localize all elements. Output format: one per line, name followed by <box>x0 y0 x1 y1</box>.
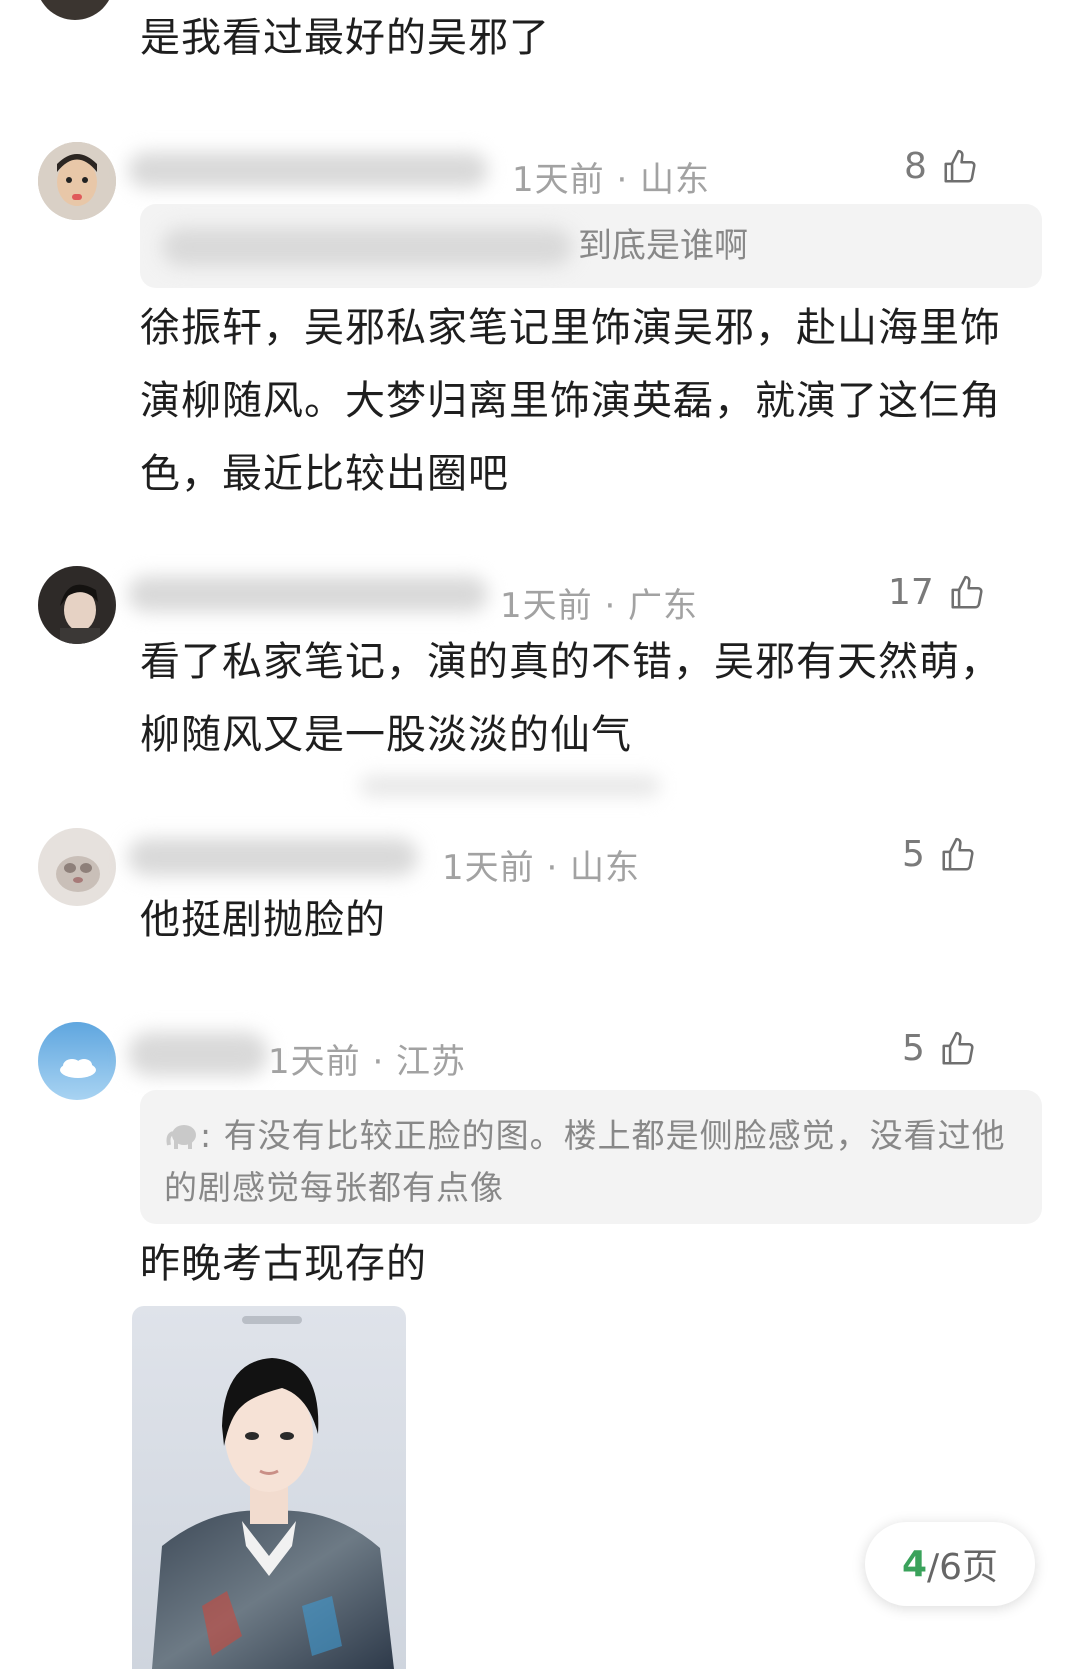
username[interactable] <box>128 838 418 876</box>
comment-meta: 1天前 · 山东 <box>442 848 641 888</box>
comment-text: 看了私家笔记，演的真的不错，吴邪有天然萌，柳随风又是一股淡淡的仙气 <box>140 639 1001 758</box>
thumb-up-icon <box>951 575 983 609</box>
quoted-username <box>162 228 572 266</box>
attached-photo[interactable] <box>132 1306 406 1669</box>
thumb-up-icon <box>942 1031 974 1065</box>
avatar[interactable] <box>38 142 116 220</box>
like-button[interactable]: 5 <box>902 834 977 875</box>
comment-meta: 1天前 · 广东 <box>500 586 699 626</box>
username[interactable] <box>128 1032 268 1076</box>
like-count: 5 <box>902 834 925 875</box>
username[interactable] <box>128 152 488 188</box>
thumb-up-icon <box>944 149 976 183</box>
comment-text: 他挺剧抛脸的 <box>140 897 386 943</box>
comment-text: 徐振轩，吴邪私家笔记里饰演吴邪，赴山海里饰演柳随风。大梦归离里饰演英磊，就演了这… <box>140 305 1001 497</box>
like-count: 8 <box>904 146 927 187</box>
comment-text: 是我看过最好的吴邪了 <box>140 15 550 61</box>
redacted-strip <box>360 776 660 796</box>
thumb-up-icon <box>942 837 974 871</box>
page-total: /6页 <box>927 1547 999 1588</box>
comment-meta: 1天前 · 山东 <box>512 160 711 200</box>
quoted-reply[interactable]: : 有没有比较正脸的图。楼上都是侧脸感觉，没看过他的剧感觉每张都有点像 <box>140 1090 1042 1224</box>
avatar[interactable] <box>38 566 116 644</box>
username[interactable] <box>128 576 488 612</box>
quoted-reply[interactable]: 到底是谁啊 <box>140 204 1042 288</box>
like-count: 17 <box>888 572 934 613</box>
quoted-text-wrap: : 有没有比较正脸的图。楼上都是侧脸感觉，没看过他的剧感觉每张都有点像 <box>164 1110 1016 1214</box>
like-count: 5 <box>902 1028 925 1069</box>
page-indicator[interactable]: 4/6页 <box>865 1522 1035 1606</box>
quoted-text: 有没有比较正脸的图。楼上都是侧脸感觉，没看过他的剧感觉每张都有点像 <box>164 1116 1006 1207</box>
avatar[interactable] <box>38 1022 116 1100</box>
avatar[interactable] <box>36 0 114 20</box>
like-button[interactable]: 17 <box>888 572 986 613</box>
avatar[interactable] <box>38 828 116 906</box>
like-button[interactable]: 5 <box>902 1028 977 1069</box>
page-current: 4 <box>901 1543 927 1585</box>
quoted-text: 到底是谁啊 <box>578 226 748 266</box>
like-button[interactable]: 8 <box>904 146 979 187</box>
comment-meta: 1天前 · 江苏 <box>268 1042 467 1082</box>
comment-text: 昨晚考古现存的 <box>140 1241 427 1287</box>
elephant-icon <box>164 1114 200 1149</box>
quote-separator: : <box>200 1116 224 1155</box>
